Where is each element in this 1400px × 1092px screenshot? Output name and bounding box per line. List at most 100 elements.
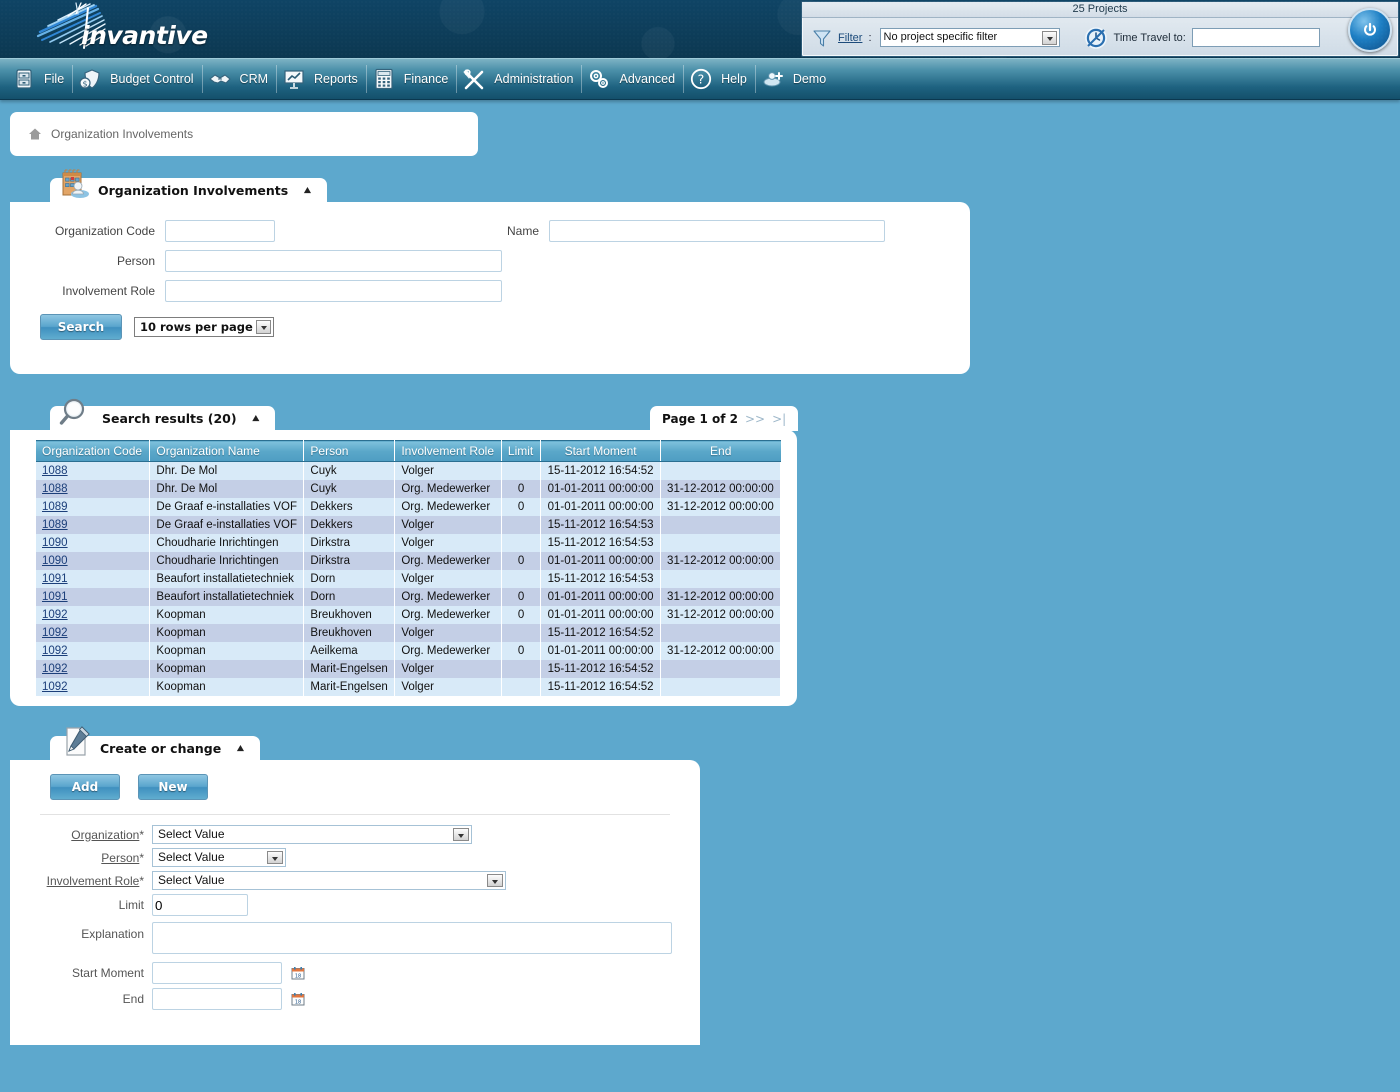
table-row[interactable]: 1092KoopmanMarit-EngelsenVolger15-11-201… — [36, 660, 781, 678]
home-icon[interactable] — [28, 127, 42, 141]
calendar-icon[interactable]: 18 — [291, 992, 305, 1006]
cell-end: 31-12-2012 00:00:00 — [660, 642, 780, 660]
organization-code-link[interactable]: 1091 — [42, 591, 68, 603]
organization-code-link[interactable]: 1090 — [42, 555, 68, 567]
time-travel-input[interactable] — [1192, 28, 1320, 47]
cell-limit — [501, 660, 540, 678]
limit-input[interactable] — [152, 894, 248, 916]
organization-code-link[interactable]: 1089 — [42, 501, 68, 513]
organization-code-link[interactable]: 1092 — [42, 609, 68, 621]
power-button[interactable] — [1348, 8, 1392, 52]
person-select[interactable]: Select Value — [152, 848, 286, 867]
chevron-up-icon[interactable]: ⯅ — [302, 184, 312, 197]
organization-code-link[interactable]: 1092 — [42, 681, 68, 693]
last-page-button[interactable]: >| — [772, 412, 786, 426]
logo-wordmark: invantive — [81, 21, 208, 50]
column-header-involvement-role[interactable]: Involvement Role — [395, 441, 502, 462]
table-row[interactable]: 1088Dhr. De MolCuykOrg. Medewerker001-01… — [36, 480, 781, 498]
involvement-role-select[interactable]: Select Value — [152, 871, 506, 890]
cell-organization-code: 1092 — [36, 606, 150, 624]
column-header-end[interactable]: End — [660, 441, 780, 462]
column-header-limit[interactable]: Limit — [501, 441, 540, 462]
cell-start-moment: 15-11-2012 16:54:53 — [541, 534, 661, 552]
organization-code-link[interactable]: 1090 — [42, 537, 68, 549]
menu-item-help[interactable]: ? Help — [683, 60, 755, 98]
end-input[interactable] — [152, 988, 282, 1010]
person-input[interactable] — [165, 250, 502, 272]
new-button[interactable]: New — [138, 774, 208, 800]
menu-item-advanced[interactable]: Advanced — [581, 60, 683, 98]
organization-code-link[interactable]: 1088 — [42, 465, 68, 477]
table-row[interactable]: 1092KoopmanBreukhovenOrg. Medewerker001-… — [36, 606, 781, 624]
organization-code-link[interactable]: 1088 — [42, 483, 68, 495]
search-button[interactable]: Search — [40, 314, 122, 340]
breadcrumb-text[interactable]: Organization Involvements — [51, 127, 193, 141]
menu-item-crm[interactable]: CRM — [202, 60, 276, 98]
add-button[interactable]: Add — [50, 774, 120, 800]
organization-code-link[interactable]: 1092 — [42, 663, 68, 675]
cell-person: Dekkers — [304, 516, 395, 534]
menu-item-finance[interactable]: Finance — [366, 60, 456, 98]
table-row[interactable]: 1090Choudharie InrichtingenDirkstraOrg. … — [36, 552, 781, 570]
funnel-icon[interactable] — [812, 28, 832, 48]
menu-item-file[interactable]: File — [6, 60, 72, 98]
cell-organization-name: Koopman — [150, 642, 304, 660]
table-row[interactable]: 1088Dhr. De MolCuykVolger15-11-2012 16:5… — [36, 462, 781, 481]
svg-text:18: 18 — [295, 974, 301, 980]
clock-icon[interactable] — [1084, 26, 1108, 50]
table-row[interactable]: 1089De Graaf e-installaties VOFDekkersOr… — [36, 498, 781, 516]
column-header-organization-name[interactable]: Organization Name — [150, 441, 304, 462]
menu-item-administration[interactable]: Administration — [456, 60, 581, 98]
chevron-up-icon[interactable]: ⯅ — [251, 412, 261, 425]
cell-person: Dekkers — [304, 498, 395, 516]
chevron-down-icon[interactable] — [487, 874, 503, 887]
rows-per-page-select[interactable]: 10 rows per page — [134, 317, 274, 337]
column-header-start-moment[interactable]: Start Moment — [541, 441, 661, 462]
cell-person: Marit-Engelsen — [304, 660, 395, 678]
calendar-icon[interactable]: 18 — [291, 966, 305, 980]
involvement-role-input[interactable] — [165, 280, 502, 302]
table-row[interactable]: 1091Beaufort installatietechniekDornVolg… — [36, 570, 781, 588]
menu-item-budget-control[interactable]: $ Budget Control — [72, 60, 201, 98]
table-row[interactable]: 1092KoopmanMarit-EngelsenVolger15-11-201… — [36, 678, 781, 696]
cell-start-moment: 01-01-2011 00:00:00 — [541, 642, 661, 660]
app-logo[interactable]: invantive — [24, 2, 254, 56]
next-page-button[interactable]: >> — [745, 412, 765, 426]
name-input[interactable] — [549, 220, 885, 242]
chevron-down-icon[interactable] — [1042, 31, 1057, 45]
cell-organization-code: 1091 — [36, 588, 150, 606]
chevron-up-icon[interactable]: ⯅ — [235, 742, 245, 755]
end-field-label: End — [10, 992, 152, 1006]
table-row[interactable]: 1092KoopmanBreukhovenVolger15-11-2012 16… — [36, 624, 781, 642]
organization-code-input[interactable] — [165, 220, 275, 242]
table-row[interactable]: 1089De Graaf e-installaties VOFDekkersVo… — [36, 516, 781, 534]
column-header-person[interactable]: Person — [304, 441, 395, 462]
search-panel-tab[interactable]: Organization Involvements ⯅ — [50, 178, 327, 203]
column-header-organization-code[interactable]: Organization Code — [36, 441, 150, 462]
cell-end — [660, 516, 780, 534]
filter-link[interactable]: Filter — [838, 32, 862, 44]
organization-code-link[interactable]: 1091 — [42, 573, 68, 585]
organization-code-link[interactable]: 1092 — [42, 627, 68, 639]
project-filter-value: No project specific filter — [884, 31, 998, 43]
explanation-textarea[interactable] — [152, 922, 672, 954]
create-panel-tab[interactable]: Create or change ⯅ — [50, 736, 260, 761]
project-filter-select[interactable]: No project specific filter — [880, 28, 1060, 47]
chevron-down-icon[interactable] — [267, 851, 283, 864]
organization-code-link[interactable]: 1089 — [42, 519, 68, 531]
organization-select[interactable]: Select Value — [152, 825, 472, 844]
menu-item-reports[interactable]: Reports — [276, 60, 366, 98]
chevron-down-icon[interactable] — [453, 828, 469, 841]
chevron-down-icon[interactable] — [256, 320, 271, 334]
cell-person: Dirkstra — [304, 534, 395, 552]
cell-involvement-role: Org. Medewerker — [395, 480, 502, 498]
cell-involvement-role: Org. Medewerker — [395, 552, 502, 570]
menu-item-demo[interactable]: Demo — [755, 60, 834, 98]
table-row[interactable]: 1090Choudharie InrichtingenDirkstraVolge… — [36, 534, 781, 552]
start-moment-input[interactable] — [152, 962, 282, 984]
results-panel-tab[interactable]: Search results (20) ⯅ — [50, 406, 275, 431]
organization-code-link[interactable]: 1092 — [42, 645, 68, 657]
table-row[interactable]: 1092KoopmanAeilkemaOrg. Medewerker001-01… — [36, 642, 781, 660]
cell-limit: 0 — [501, 480, 540, 498]
table-row[interactable]: 1091Beaufort installatietechniekDornOrg.… — [36, 588, 781, 606]
